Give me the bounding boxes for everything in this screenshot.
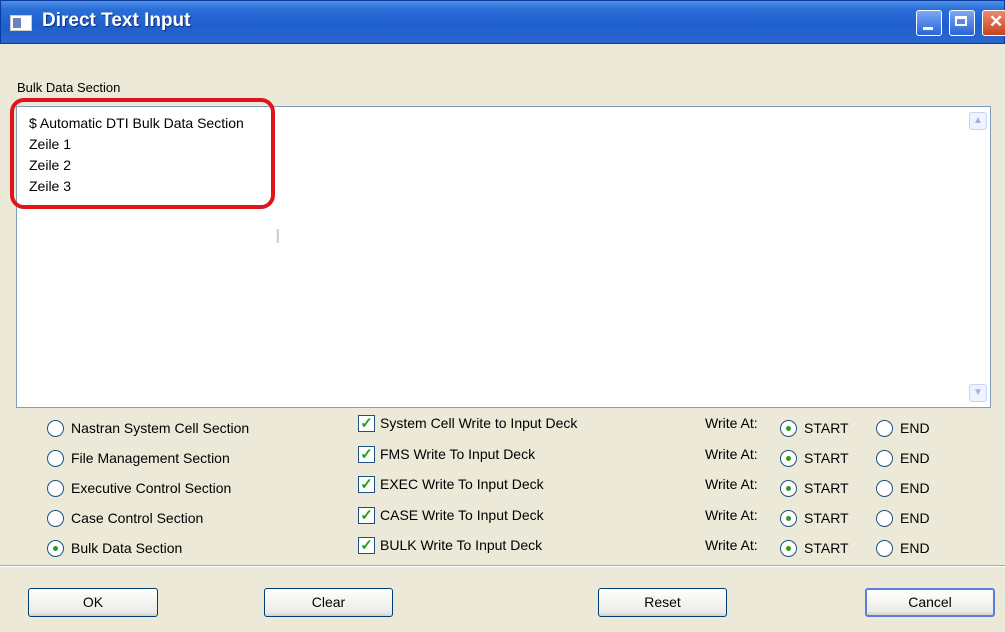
checkbox-label: CASE Write To Input Deck (380, 507, 544, 523)
checkmark-icon[interactable]: ✓ (358, 507, 375, 524)
ok-button[interactable]: OK (28, 588, 158, 617)
radio-circle[interactable] (47, 510, 64, 527)
write-at-label: Write At: (705, 446, 758, 462)
write-at-label: Write At: (705, 415, 758, 431)
radio-circle[interactable] (876, 420, 893, 437)
window-title: Direct Text Input (42, 10, 191, 31)
radio-circle[interactable] (780, 450, 797, 467)
text-cursor-icon: I (275, 226, 281, 248)
write-at-label: Write At: (705, 476, 758, 492)
checkbox-label: System Cell Write to Input Deck (380, 415, 578, 431)
write-at-label: Write At: (705, 537, 758, 553)
radio-label: END (900, 510, 930, 526)
radio-label: Case Control Section (71, 510, 204, 526)
checkmark-icon[interactable]: ✓ (358, 537, 375, 554)
scroll-up-arrow-icon[interactable]: ▲ (969, 112, 987, 130)
radio-circle[interactable] (876, 540, 893, 557)
radio-label: START (804, 420, 849, 436)
checkmark-icon[interactable]: ✓ (358, 476, 375, 493)
window-icon (10, 15, 32, 31)
radio-circle[interactable] (47, 450, 64, 467)
radio-circle[interactable] (876, 510, 893, 527)
radio-label: Bulk Data Section (71, 540, 183, 556)
minimize-button[interactable] (916, 10, 942, 36)
checkmark-icon[interactable]: ✓ (358, 415, 375, 432)
radio-label: END (900, 450, 930, 466)
radio-label: Nastran System Cell Section (71, 420, 250, 436)
radio-circle[interactable] (47, 540, 64, 557)
checkbox-label: EXEC Write To Input Deck (380, 476, 544, 492)
radio-label: START (804, 540, 849, 556)
radio-circle[interactable] (780, 510, 797, 527)
reset-button[interactable]: Reset (598, 588, 727, 617)
section-label: Bulk Data Section (17, 80, 121, 95)
radio-label: START (804, 510, 849, 526)
radio-label: START (804, 450, 849, 466)
radio-circle[interactable] (47, 480, 64, 497)
radio-circle[interactable] (780, 420, 797, 437)
radio-label: Executive Control Section (71, 480, 232, 496)
radio-label: File Management Section (71, 450, 230, 466)
radio-circle[interactable] (876, 480, 893, 497)
close-button[interactable] (982, 10, 1005, 36)
checkbox-label: BULK Write To Input Deck (380, 537, 543, 553)
highlight-annotation (10, 98, 275, 209)
radio-label: END (900, 480, 930, 496)
radio-label: END (900, 540, 930, 556)
radio-label: END (900, 420, 930, 436)
radio-circle[interactable] (47, 420, 64, 437)
radio-circle[interactable] (780, 480, 797, 497)
write-at-label: Write At: (705, 507, 758, 523)
radio-circle[interactable] (876, 450, 893, 467)
title-bar[interactable]: Direct Text Input (0, 0, 1005, 44)
cancel-button[interactable]: Cancel (865, 588, 995, 617)
checkbox-label: FMS Write To Input Deck (380, 446, 536, 462)
radio-label: START (804, 480, 849, 496)
checkmark-icon[interactable]: ✓ (358, 446, 375, 463)
clear-button[interactable]: Clear (264, 588, 393, 617)
divider (0, 565, 1005, 567)
maximize-button[interactable] (949, 10, 975, 36)
scroll-down-arrow-icon[interactable]: ▼ (969, 384, 987, 402)
radio-circle[interactable] (780, 540, 797, 557)
